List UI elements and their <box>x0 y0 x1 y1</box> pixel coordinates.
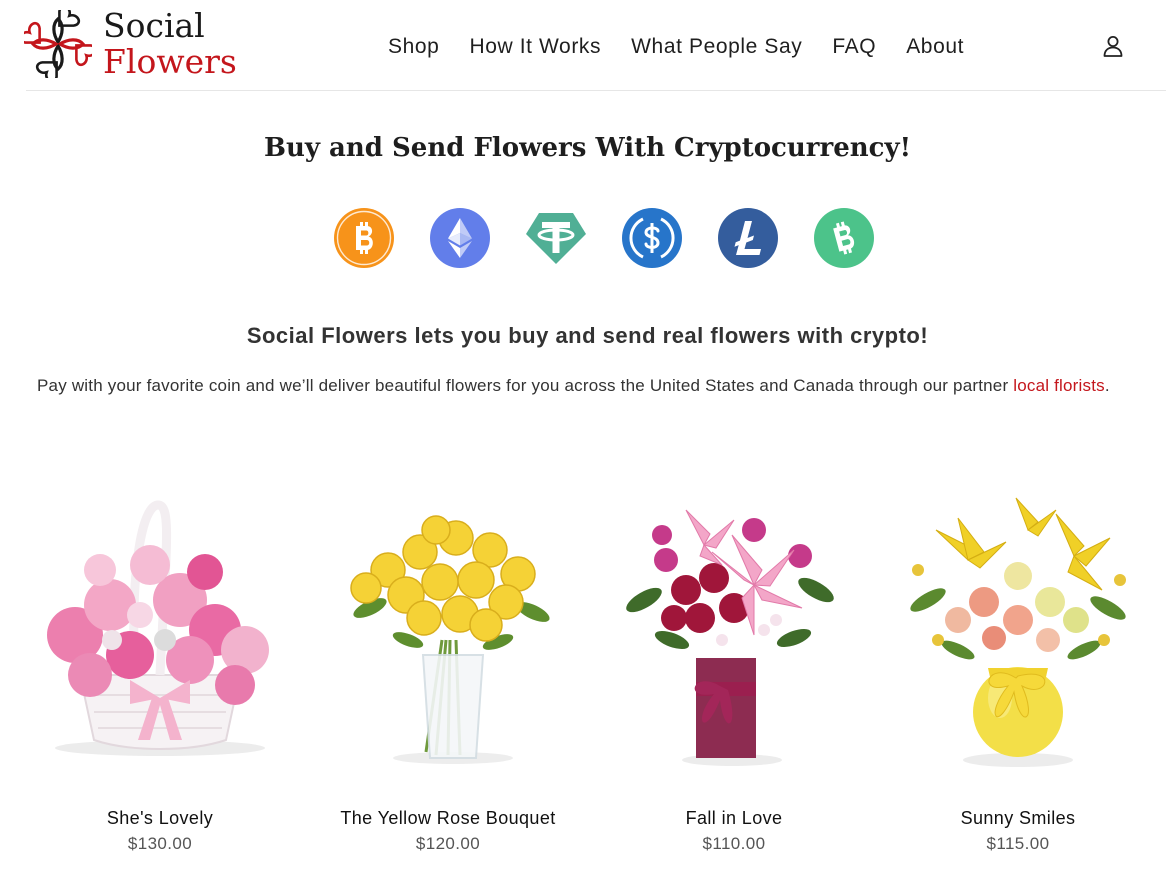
intro-suffix: . <box>1104 376 1110 395</box>
product-card[interactable]: She's Lovely $130.00 <box>30 490 290 860</box>
logo-line-2: Flowers <box>103 42 237 81</box>
logo-link[interactable]: Social Flowers <box>24 8 244 82</box>
product-image-fall-in-love[interactable] <box>604 490 864 775</box>
local-florists-link[interactable]: local florists <box>1013 376 1105 395</box>
product-name[interactable]: Sunny Smiles <box>868 806 1168 830</box>
nav-about[interactable]: About <box>906 34 964 62</box>
logo-wordmark: Social Flowers <box>103 8 237 80</box>
product-grid: She's Lovely $130.00 The Yellow Rose Bou… <box>30 490 1170 870</box>
intro-paragraph: Pay with your favorite coin and we’ll de… <box>37 372 1147 399</box>
product-name[interactable]: The Yellow Rose Bouquet <box>298 806 598 830</box>
site-header: Social Flowers Shop How It Works What Pe… <box>0 0 1175 92</box>
product-image-sunny-smiles[interactable] <box>888 490 1148 775</box>
hearts-logo-icon <box>24 10 92 78</box>
bitcoin-icon <box>334 208 394 268</box>
product-image-shes-lovely[interactable] <box>30 490 290 775</box>
usd-coin-icon <box>622 208 682 268</box>
bitcoin-cash-icon <box>814 208 874 268</box>
main-nav: Shop How It Works What People Say FAQ Ab… <box>388 34 964 62</box>
product-price: $115.00 <box>986 834 1050 853</box>
product-card[interactable]: The Yellow Rose Bouquet $120.00 <box>318 490 578 860</box>
intro-text: Pay with your favorite coin and we’ll de… <box>37 376 1014 395</box>
header-divider <box>26 90 1166 91</box>
tether-icon <box>526 213 586 264</box>
product-name[interactable]: Fall in Love <box>584 806 884 830</box>
litecoin-icon <box>718 208 778 268</box>
product-price: $110.00 <box>702 834 766 853</box>
hero-title: Buy and Send Flowers With Cryptocurrency… <box>263 133 911 163</box>
user-icon[interactable] <box>1100 33 1126 59</box>
nav-faq[interactable]: FAQ <box>832 34 876 62</box>
nav-how-it-works[interactable]: How It Works <box>469 34 601 62</box>
logo-line-1: Social <box>103 6 205 45</box>
product-card[interactable]: Sunny Smiles $115.00 <box>888 490 1148 860</box>
product-price: $130.00 <box>127 834 193 853</box>
ethereum-icon <box>430 208 490 268</box>
product-name[interactable]: She's Lovely <box>10 806 310 830</box>
section-subheading: Social Flowers lets you buy and send rea… <box>246 323 929 348</box>
product-price: $120.00 <box>415 834 481 853</box>
product-image-yellow-rose-bouquet[interactable] <box>318 490 578 775</box>
product-card[interactable]: Fall in Love $110.00 <box>604 490 864 860</box>
nav-shop[interactable]: Shop <box>388 34 439 62</box>
nav-what-people-say[interactable]: What People Say <box>631 34 802 62</box>
crypto-coin-list <box>333 207 875 269</box>
